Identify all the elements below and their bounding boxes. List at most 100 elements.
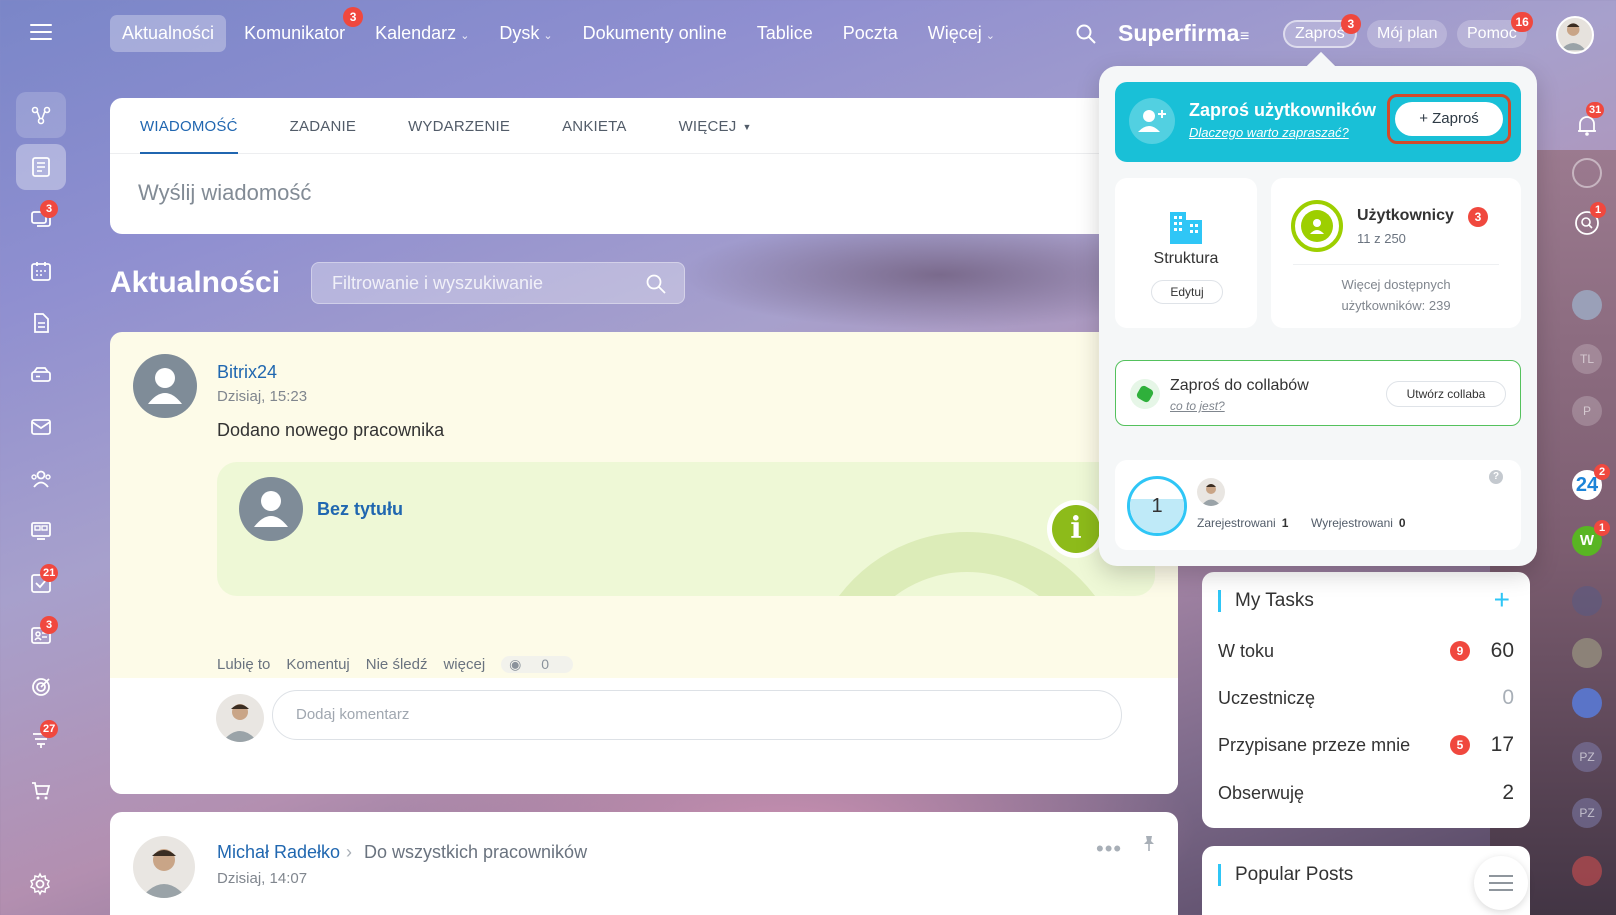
sidebar-item-documents[interactable]	[16, 300, 66, 346]
message-input[interactable]: Wyślij wiadomość	[110, 154, 1178, 232]
views-counter: ◉ 0	[501, 656, 574, 673]
nav-komunikator[interactable]: Komunikator 3	[232, 7, 364, 52]
collab-title: Zaproś do collabów	[1170, 377, 1309, 394]
chat-avatar[interactable]	[1572, 586, 1602, 616]
current-user-avatar	[216, 694, 264, 742]
sidebar-item-drive[interactable]	[16, 352, 66, 398]
sidebar-item-employees[interactable]	[16, 456, 66, 502]
edit-structure-button[interactable]: Edytuj	[1151, 280, 1223, 304]
help-question-icon[interactable]: ?	[1489, 470, 1503, 484]
structure-card[interactable]: Struktura Edytuj	[1115, 178, 1257, 328]
search-icon[interactable]	[1076, 24, 1096, 44]
users-card[interactable]: Użytkownicy 3 11 z 250 Więcej dostępnych…	[1271, 178, 1521, 328]
task-row-assigned-by-me[interactable]: Przypisane przeze mnie 5 17	[1218, 730, 1514, 760]
task-row-participating[interactable]: Uczestniczę 0	[1218, 683, 1514, 713]
nav-kalendarz[interactable]: Kalendarz ⌄	[363, 15, 481, 52]
company-name[interactable]: Superfirma	[1118, 20, 1239, 47]
user-avatar[interactable]	[1556, 16, 1594, 54]
bitrix24-icon[interactable]: 24 2	[1572, 464, 1610, 500]
post-time[interactable]: Dzisiaj, 15:23	[217, 388, 307, 405]
settings-sliders-icon[interactable]: ≡	[1240, 28, 1249, 46]
task-row-in-progress[interactable]: W toku 9 60	[1218, 636, 1514, 666]
menu-icon[interactable]	[30, 24, 52, 42]
nav-poczta[interactable]: Poczta	[831, 15, 910, 52]
building-icon	[1170, 212, 1202, 244]
tab-event[interactable]: WYDARZENIE	[408, 98, 510, 153]
sidebar-item-mail[interactable]	[16, 404, 66, 450]
sidebar-item-boards[interactable]	[16, 508, 66, 554]
registered-user-avatar[interactable]	[1197, 478, 1225, 506]
w-chat-icon[interactable]: W 1	[1572, 520, 1610, 556]
boards-icon	[31, 522, 51, 540]
settings-gear-icon[interactable]	[28, 872, 52, 896]
sidebar-item-chat[interactable]: 3	[16, 196, 66, 242]
invite-users-button[interactable]: + Zaproś	[1395, 102, 1503, 136]
notifications-bell-icon[interactable]: 31	[1572, 102, 1605, 140]
users-icon	[1291, 200, 1343, 252]
nav-tablice[interactable]: Tablice	[745, 15, 825, 52]
post-destination[interactable]: Do wszystkich pracowników	[364, 842, 587, 863]
list-icon[interactable]	[1474, 856, 1528, 910]
sidebar-item-crm[interactable]: 3	[16, 612, 66, 658]
author-avatar[interactable]	[133, 354, 197, 418]
chat-avatar-pz[interactable]: PZ	[1572, 798, 1602, 828]
create-collab-button[interactable]: Utwórz collaba	[1386, 381, 1506, 407]
more-link[interactable]: więcej	[443, 656, 485, 673]
person-icon	[254, 491, 288, 527]
chat-avatar-tl[interactable]: TL	[1572, 344, 1602, 374]
chat-avatar[interactable]	[1572, 290, 1602, 320]
sidebar-item-calendar[interactable]	[16, 248, 66, 294]
my-plan-button[interactable]: Mój plan	[1367, 20, 1448, 48]
post-author[interactable]: Michał Radełko	[217, 842, 340, 863]
nav-aktualnosci[interactable]: Aktualności	[110, 15, 227, 52]
my-tasks-widget: My Tasks + W toku 9 60 Uczestniczę 0 Przy…	[1202, 572, 1530, 828]
chat-avatar-p[interactable]: P	[1572, 396, 1602, 426]
comment-input[interactable]: Dodaj komentarz	[272, 690, 1122, 740]
like-link[interactable]: Lubię to	[217, 656, 270, 673]
employee-name[interactable]: Bez tytułu	[317, 499, 403, 520]
search-icon[interactable]	[646, 274, 666, 294]
nav-dysk[interactable]: Dysk ⌄	[487, 15, 564, 52]
author-avatar[interactable]	[133, 836, 195, 898]
registered-count: Zarejestrowani 1	[1197, 516, 1289, 530]
mail-icon	[31, 419, 51, 435]
post-time[interactable]: Dzisiaj, 14:07	[217, 870, 307, 887]
chevron-down-icon: ⌄	[460, 30, 470, 42]
sidebar-item-shop[interactable]	[16, 768, 66, 814]
tab-poll[interactable]: ANKIETA	[562, 98, 626, 153]
video-call-icon[interactable]	[1572, 856, 1602, 886]
widget-title[interactable]: Popular Posts	[1218, 864, 1353, 886]
task-row-following[interactable]: Obserwuję 2	[1218, 778, 1514, 808]
sidebar-item-goals[interactable]	[16, 664, 66, 710]
chat-avatar[interactable]	[1572, 638, 1602, 668]
why-invite-link[interactable]: Dlaczego warto zapraszać?	[1189, 125, 1349, 140]
more-icon[interactable]: •••	[1096, 836, 1122, 862]
feed-filter-search[interactable]: Filtrowanie i wyszukiwanie	[311, 262, 685, 304]
invite-button[interactable]: Zaproś 3	[1283, 14, 1361, 48]
structure-label: Struktura	[1153, 250, 1219, 267]
widget-title[interactable]: My Tasks	[1218, 590, 1314, 612]
nav-dokumenty-online[interactable]: Dokumenty online	[571, 15, 739, 52]
invite-title: Zaproś użytkowników	[1189, 100, 1377, 120]
help-button[interactable]: Pomoc 16	[1457, 12, 1533, 48]
tab-task[interactable]: ZADANIE	[290, 98, 356, 153]
invite-users-banner: Zaproś użytkowników Dlaczego warto zapra…	[1115, 82, 1521, 162]
add-task-button[interactable]: +	[1494, 584, 1510, 616]
sidebar-item-tasks[interactable]: 21	[16, 560, 66, 606]
post-author[interactable]: Bitrix24	[217, 362, 277, 383]
unfollow-link[interactable]: Nie śledź	[366, 656, 428, 673]
group-chat-icon[interactable]	[1572, 688, 1602, 718]
pin-icon[interactable]	[1140, 834, 1158, 852]
sidebar-item-automation[interactable]: 27	[16, 716, 66, 762]
sidebar-item-feed[interactable]	[16, 144, 66, 190]
tab-message[interactable]: WIADOMOŚĆ	[140, 98, 238, 154]
chat-avatar-pz[interactable]: PZ	[1572, 742, 1602, 772]
sidebar-item-workflow[interactable]	[16, 92, 66, 138]
collab-what-link[interactable]: co to jest?	[1170, 399, 1225, 413]
tab-more[interactable]: WIĘCEJ ▼	[679, 98, 752, 153]
employee-avatar[interactable]	[239, 477, 303, 541]
comment-link[interactable]: Komentuj	[286, 656, 349, 673]
activity-icon[interactable]	[1572, 158, 1602, 188]
search-chat-icon[interactable]: 1	[1572, 202, 1606, 238]
nav-wiecej[interactable]: Więcej ⌄	[916, 15, 1007, 52]
